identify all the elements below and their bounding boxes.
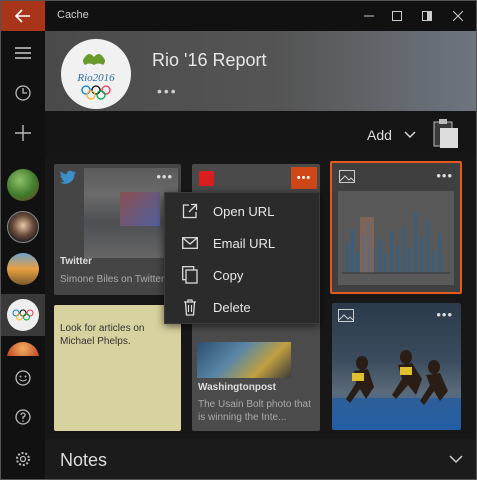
maximize-icon [392,11,402,21]
close-icon [453,11,463,21]
bar-chart-thumbnail [338,191,454,285]
notes-panel-header[interactable]: Notes [45,439,476,479]
runners-photo [332,350,461,430]
sidebar-item-collection-5[interactable] [1,336,45,356]
twitter-card-snippet: Simone Biles on Twitter [60,274,165,285]
history-button[interactable] [1,73,45,113]
context-menu: Open URL Email URL Copy Delete [164,192,320,324]
washingtonpost-preview-image [197,342,291,378]
note-text: Look for articles on Michael Phelps. [60,323,145,347]
snap-button[interactable] [412,1,442,31]
hamburger-menu-button[interactable] [1,33,45,73]
close-button[interactable] [443,1,473,31]
window-title: Cache [57,9,89,21]
sidebar [1,31,45,479]
back-button[interactable] [1,1,45,31]
menu-item-delete[interactable]: Delete [165,291,321,323]
feedback-button[interactable] [1,358,45,398]
sidebar-item-collection-3[interactable] [1,249,45,289]
gear-icon [16,452,30,466]
menu-item-open-url[interactable]: Open URL [165,195,321,227]
avatar [7,253,39,285]
report-more-button[interactable]: ••• [157,83,178,99]
image-icon [338,309,354,322]
trash-icon [181,298,199,316]
sidebar-item-collection-1[interactable] [1,165,45,205]
avatar [7,342,39,356]
image-icon [339,170,355,183]
hamburger-icon [15,47,31,59]
menu-item-copy[interactable]: Copy [165,259,321,291]
chart-card-selected[interactable]: ••• [330,161,462,294]
copy-icon [181,266,199,284]
add-dropdown-button[interactable]: Add [367,127,416,143]
add-collection-button[interactable] [1,113,45,153]
open-url-icon [181,202,199,220]
more-dots: ••• [296,172,312,184]
app-window: Cache Rio2016 Rio '16 Report ••• Add •••… [0,0,477,480]
menu-item-label: Delete [213,299,251,315]
avatar [7,299,39,331]
back-arrow-icon [15,9,30,23]
preview-photo [120,192,160,226]
chart-preview [338,191,454,285]
minimize-icon [364,15,374,17]
smiley-icon [15,370,31,386]
washingtonpost-snippet: The Usain Bolt photo that is winning the… [198,399,311,423]
more-button-active[interactable]: ••• [291,167,317,189]
minimize-button[interactable] [354,1,384,31]
mail-icon [181,234,199,252]
avatar [7,169,39,201]
add-label: Add [367,127,392,143]
menu-item-label: Email URL [213,235,276,251]
note-card[interactable]: Look for articles on Michael Phelps. [54,305,181,431]
twitter-card-source: Twitter [60,256,93,267]
svg-text:Rio2016: Rio2016 [76,72,115,84]
chart-card-more-button[interactable]: ••• [436,168,453,183]
notes-title: Notes [60,450,108,470]
clipboard-icon [433,119,458,148]
toolbar: Add [45,111,476,156]
history-icon [15,85,31,101]
sidebar-item-rio-report[interactable] [1,294,45,336]
twitter-card-more-button[interactable]: ••• [156,169,173,184]
help-icon [15,409,31,425]
chevron-down-icon [404,131,416,138]
olympic-rings-icon [12,309,34,321]
sidebar-item-collection-2[interactable] [1,207,45,247]
snap-icon [422,11,432,21]
paste-clipboard-button[interactable] [433,118,459,150]
twitter-card[interactable]: ••• Twitter Simone Biles on Twitter [54,164,181,295]
sprint-photo-card[interactable]: ••• [332,303,461,430]
settings-button[interactable] [1,439,45,479]
menu-item-email-url[interactable]: Email URL [165,227,321,259]
menu-item-label: Open URL [213,203,275,219]
chevron-down-icon [449,455,463,464]
rio-logo-icon: Rio2016 [76,54,115,100]
photo-card-more-button[interactable]: ••• [436,307,453,322]
title-bar: Cache [1,1,476,31]
help-button[interactable] [1,397,45,437]
avatar [7,211,39,243]
twitter-icon [60,170,76,184]
maximize-button[interactable] [382,1,412,31]
rio-2016-logo: Rio2016 [61,39,131,109]
washingtonpost-source: Washingtonpost [198,382,276,393]
report-title: Rio '16 Report [152,50,267,70]
site-favicon [199,171,214,186]
plus-icon [15,125,31,141]
menu-item-label: Copy [213,267,244,283]
